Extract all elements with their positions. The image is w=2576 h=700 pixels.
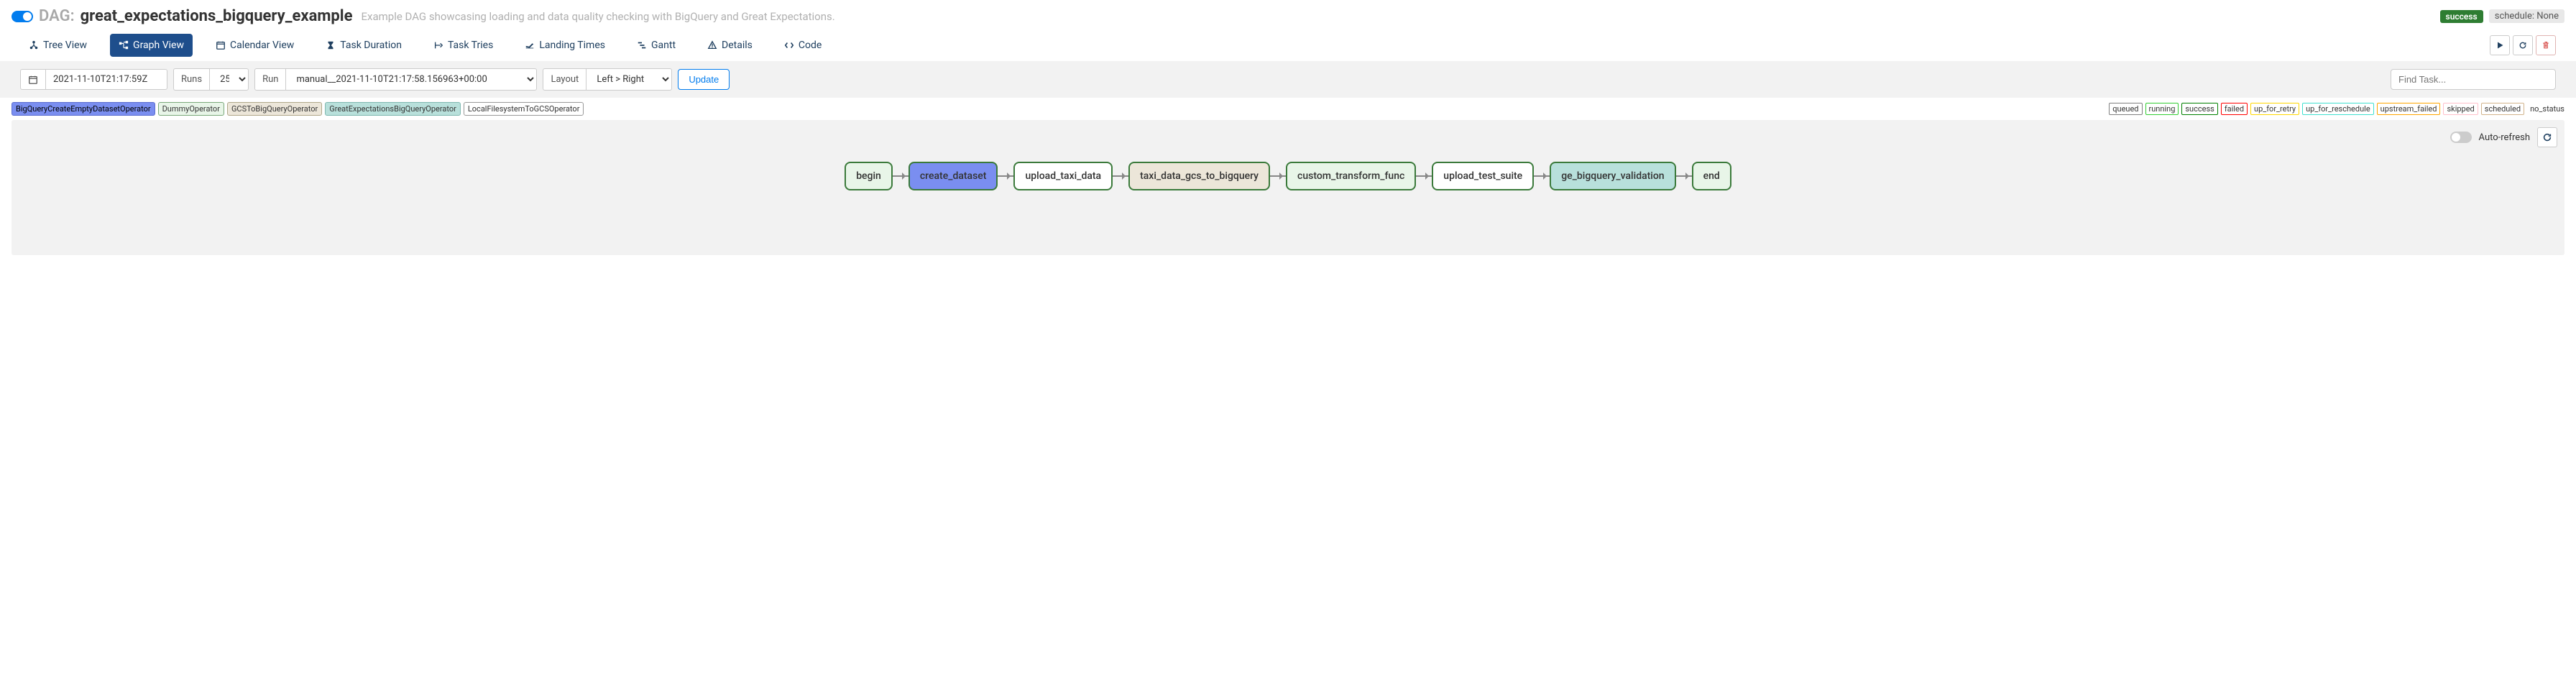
auto-refresh-label: Auto-refresh [2479,132,2530,143]
task-node-create_dataset[interactable]: create_dataset [908,162,998,190]
tree-icon [29,40,39,50]
auto-refresh-toggle[interactable] [2450,132,2472,143]
tab-label: Calendar View [230,40,294,51]
tab-label: Task Duration [340,40,402,51]
tab-tree[interactable]: Tree View [20,34,96,57]
edge-arrow [1416,175,1432,177]
edge-arrow [893,175,908,177]
tab-label: Graph View [133,40,184,51]
landing-icon [525,40,535,50]
tab-code[interactable]: Code [776,34,830,57]
dag-enable-toggle[interactable] [12,11,33,22]
task-node-upload_test_suite[interactable]: upload_test_suite [1432,162,1534,190]
state-badge[interactable]: up_for_reschedule [2302,103,2374,115]
operator-badge[interactable]: DummyOperator [158,102,224,116]
base-date-input[interactable] [45,69,167,90]
graph-icon [119,40,129,50]
tab-label: Tree View [43,40,87,51]
update-button[interactable]: Update [678,69,730,90]
edge-arrow [1534,175,1550,177]
status-badge: success [2440,10,2483,23]
refresh-icon [2518,41,2527,50]
task-node-begin[interactable]: begin [845,162,893,190]
tab-gantt[interactable]: Gantt [628,34,684,57]
tab-label: Gantt [651,40,676,51]
layout-select[interactable]: Left > Right [586,68,672,91]
operator-badge[interactable]: GCSToBigQueryOperator [227,102,322,116]
task-node-taxi_data_gcs_to_bigquery[interactable]: taxi_data_gcs_to_bigquery [1128,162,1270,190]
operator-badge[interactable]: GreatExpectationsBigQueryOperator [325,102,461,116]
tab-label: Landing Times [539,40,605,51]
schedule-badge: schedule: None [2489,9,2564,23]
dag-description: Example DAG showcasing loading and data … [362,10,835,23]
state-badge[interactable]: queued [2109,103,2142,115]
tab-graph[interactable]: Graph View [110,34,193,57]
state-badge[interactable]: success [2181,103,2217,115]
graph-refresh-button[interactable] [2537,127,2557,147]
task-node-upload_taxi_data[interactable]: upload_taxi_data [1013,162,1113,190]
warning-icon [707,40,717,50]
tab-calendar[interactable]: Calendar View [207,34,303,57]
calendar-addon-icon [20,69,45,90]
tab-details[interactable]: Details [699,34,761,57]
state-badge[interactable]: scheduled [2481,103,2524,115]
tab-tries[interactable]: Task Tries [425,34,502,57]
runs-label: Runs [173,68,209,91]
edge-arrow [1113,175,1128,177]
task-node-end[interactable]: end [1692,162,1731,190]
run-label: Run [254,68,285,91]
gantt-icon [637,40,647,50]
tab-label: Task Tries [448,40,493,51]
no-status-label: no_status [2530,104,2564,114]
trigger-dag-button[interactable] [2490,35,2510,55]
edge-arrow [1676,175,1692,177]
state-badge[interactable]: running [2145,103,2179,115]
state-badge[interactable]: up_for_retry [2250,103,2299,115]
play-icon [2496,41,2504,50]
dag-id: great_expectations_bigquery_example [80,7,353,25]
task-node-custom_transform_func[interactable]: custom_transform_func [1286,162,1416,190]
edge-arrow [1270,175,1286,177]
run-select[interactable]: manual__2021-11-10T21:17:58.156963+00:00 [285,68,537,91]
edge-arrow [998,175,1013,177]
tab-label: Code [799,40,822,51]
delete-dag-button[interactable] [2536,35,2556,55]
tab-label: Details [722,40,753,51]
refresh-button[interactable] [2513,35,2533,55]
state-badge[interactable]: upstream_failed [2377,103,2441,115]
trash-icon [2542,41,2550,50]
task-node-ge_bigquery_validation[interactable]: ge_bigquery_validation [1550,162,1675,190]
hourglass-icon [326,40,336,50]
operator-badge[interactable]: BigQueryCreateEmptyDatasetOperator [12,102,155,116]
retry-icon [433,40,443,50]
find-task-input[interactable] [2391,69,2556,90]
layout-label: Layout [543,68,586,91]
code-icon [784,40,794,50]
runs-select[interactable]: 25 [209,68,249,91]
tab-landing[interactable]: Landing Times [516,34,614,57]
dag-label: DAG: [39,7,75,25]
state-badge[interactable]: skipped [2443,103,2478,115]
state-badge[interactable]: failed [2221,103,2248,115]
operator-badge[interactable]: LocalFilesystemToGCSOperator [464,102,584,116]
calendar-icon [216,40,226,50]
tab-duration[interactable]: Task Duration [317,34,410,57]
